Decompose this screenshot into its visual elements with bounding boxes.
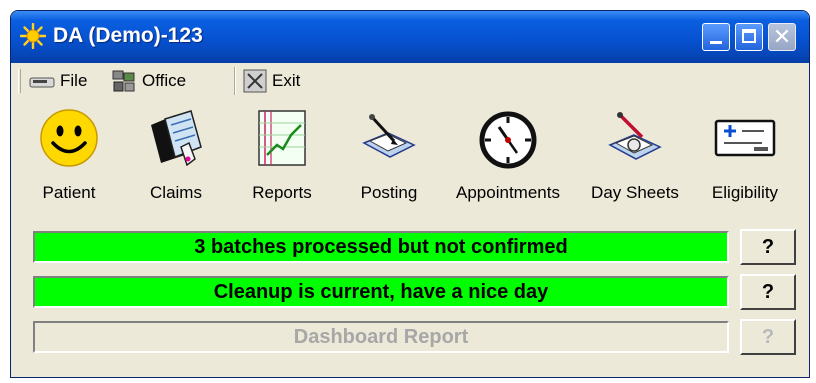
toolbar-posting-label: Posting bbox=[360, 183, 418, 202]
toolbar-grip[interactable] bbox=[18, 69, 21, 93]
help-button-dashboard[interactable]: ? bbox=[740, 319, 796, 355]
maximize-button[interactable] bbox=[735, 23, 763, 51]
claims-icon bbox=[151, 110, 202, 167]
toolbar-patient[interactable]: Patient bbox=[33, 107, 105, 217]
menu-file-label: File bbox=[60, 71, 88, 90]
office-icon bbox=[112, 70, 135, 92]
daysheets-icon bbox=[608, 112, 662, 160]
exit-icon bbox=[243, 69, 267, 93]
status-dashboard-report: Dashboard Report bbox=[33, 321, 729, 353]
eligibility-card-icon bbox=[714, 119, 776, 157]
toolbar-appointments-label: Appointments bbox=[456, 183, 560, 202]
smiley-icon bbox=[40, 109, 98, 167]
toolbar-day-sheets-label: Day Sheets bbox=[591, 183, 679, 202]
sun-icon bbox=[20, 23, 46, 49]
toolbar-reports[interactable]: Reports bbox=[238, 107, 326, 217]
status-batches: 3 batches processed but not confirmed bbox=[33, 231, 729, 263]
clock-icon bbox=[479, 111, 537, 169]
posting-icon bbox=[362, 114, 416, 158]
toolbar-claims[interactable]: Claims bbox=[133, 107, 219, 217]
toolbar-eligibility[interactable]: Eligibility bbox=[701, 107, 789, 217]
help-button-batches[interactable]: ? bbox=[740, 229, 796, 265]
menu-file[interactable]: File bbox=[29, 69, 87, 93]
toolbar-reports-label: Reports bbox=[252, 183, 312, 202]
title-bar[interactable]: DA (Demo)-123 ✕ bbox=[11, 11, 809, 63]
toolbar-claims-label: Claims bbox=[150, 183, 202, 202]
menu-bar: File Office Exit bbox=[11, 63, 809, 99]
window-title: DA (Demo)-123 bbox=[53, 24, 203, 47]
toolbar-posting[interactable]: Posting bbox=[349, 107, 429, 217]
menu-exit-label: Exit bbox=[272, 71, 301, 90]
minimize-button[interactable] bbox=[702, 23, 730, 51]
status-cleanup: Cleanup is current, have a nice day bbox=[33, 276, 729, 308]
menu-exit[interactable]: Exit bbox=[243, 69, 300, 93]
menu-office[interactable]: Office bbox=[111, 69, 186, 93]
toolbar-appointments[interactable]: Appointments bbox=[449, 107, 567, 217]
close-button[interactable]: ✕ bbox=[768, 23, 796, 51]
file-icon bbox=[29, 77, 55, 88]
app-window: DA (Demo)-123 ✕ File Office Exit Patient… bbox=[10, 10, 810, 378]
help-button-cleanup[interactable]: ? bbox=[740, 274, 796, 310]
close-icon: ✕ bbox=[772, 24, 792, 49]
chart-icon bbox=[258, 110, 306, 166]
minimize-icon bbox=[710, 41, 722, 44]
menu-separator bbox=[234, 67, 236, 95]
menu-office-label: Office bbox=[142, 71, 187, 90]
toolbar-patient-label: Patient bbox=[42, 183, 96, 202]
toolbar-eligibility-label: Eligibility bbox=[711, 183, 779, 202]
toolbar-day-sheets[interactable]: Day Sheets bbox=[583, 107, 687, 217]
maximize-icon bbox=[742, 29, 756, 43]
